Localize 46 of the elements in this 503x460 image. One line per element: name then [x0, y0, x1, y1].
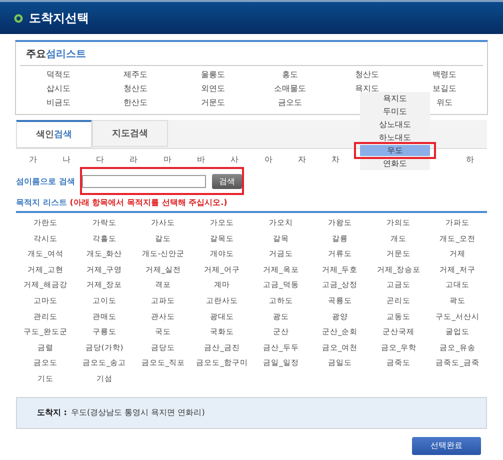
island-link[interactable]: 청산도 — [97, 82, 174, 96]
island-link[interactable]: 울릉도 — [174, 68, 252, 82]
index-letter[interactable]: 가 — [16, 154, 50, 165]
tab[interactable]: 지도검색 — [92, 120, 168, 147]
island-link[interactable]: 덕적도 — [20, 68, 98, 82]
dropdown-item[interactable]: 욕지도 — [360, 93, 430, 104]
index-letter[interactable]: 하 — [453, 154, 487, 165]
island-link[interactable]: 소매물도 — [251, 82, 329, 96]
dropdown-item[interactable]: 연화도 — [360, 158, 430, 169]
destination-value: 우도(경상남도 통영시 욕지면 연화리) — [70, 407, 205, 418]
island-link[interactable]: 비금도 — [20, 96, 98, 110]
index-letter[interactable]: 자 — [285, 154, 319, 165]
index-letter[interactable]: 라 — [116, 154, 151, 165]
index-letter[interactable]: 차 — [318, 154, 352, 165]
island-link[interactable]: 외연도 — [174, 82, 252, 96]
island-link[interactable]: 보길도 — [406, 82, 483, 96]
tab[interactable]: 색인검색 — [16, 120, 92, 148]
index-letter[interactable]: 다 — [83, 154, 117, 165]
destination-label: 도착지 : — [37, 407, 67, 418]
dropdown-item[interactable]: 우도 — [360, 145, 430, 156]
index-letter[interactable]: 아 — [251, 154, 286, 165]
index-letter[interactable]: 나 — [50, 154, 84, 165]
list-hint: (아래 항목에서 목적지를 선택해 주십시오.) — [70, 197, 228, 208]
island-link[interactable]: 삽시도 — [20, 82, 98, 96]
confirm-button[interactable]: 선택완료 — [412, 436, 481, 455]
island-link[interactable]: 거문도 — [174, 96, 252, 110]
index-letter[interactable]: 바 — [184, 154, 218, 165]
dropdown-item[interactable]: 하노대도 — [360, 132, 430, 143]
island-link[interactable]: 욕지도 — [328, 82, 406, 96]
island-link[interactable]: 홍도 — [251, 68, 329, 82]
dropdown-item[interactable]: 두미도 — [360, 106, 430, 117]
island-link[interactable]: 백령도 — [406, 68, 483, 82]
dropdown-item[interactable]: 상노대도 — [360, 119, 430, 130]
search-field[interactable] — [82, 175, 206, 188]
island-link[interactable]: 청산도 — [328, 68, 406, 82]
island-link[interactable]: 제주도 — [97, 68, 174, 82]
search-label: 섬이름으로 검색 — [16, 176, 76, 187]
index-letter[interactable]: 사 — [218, 154, 252, 165]
search-button[interactable]: 검색 — [212, 174, 242, 189]
card-title: 주요섬리스트 — [20, 42, 483, 66]
list-title: 목적지 리스트 — [16, 197, 67, 208]
ring-icon — [14, 14, 23, 22]
island-link[interactable]: 금오도 — [251, 96, 329, 110]
window-title: 도착지선택 — [29, 10, 89, 26]
island-link[interactable]: 한산도 — [97, 96, 174, 110]
index-letter[interactable]: 마 — [150, 154, 184, 165]
